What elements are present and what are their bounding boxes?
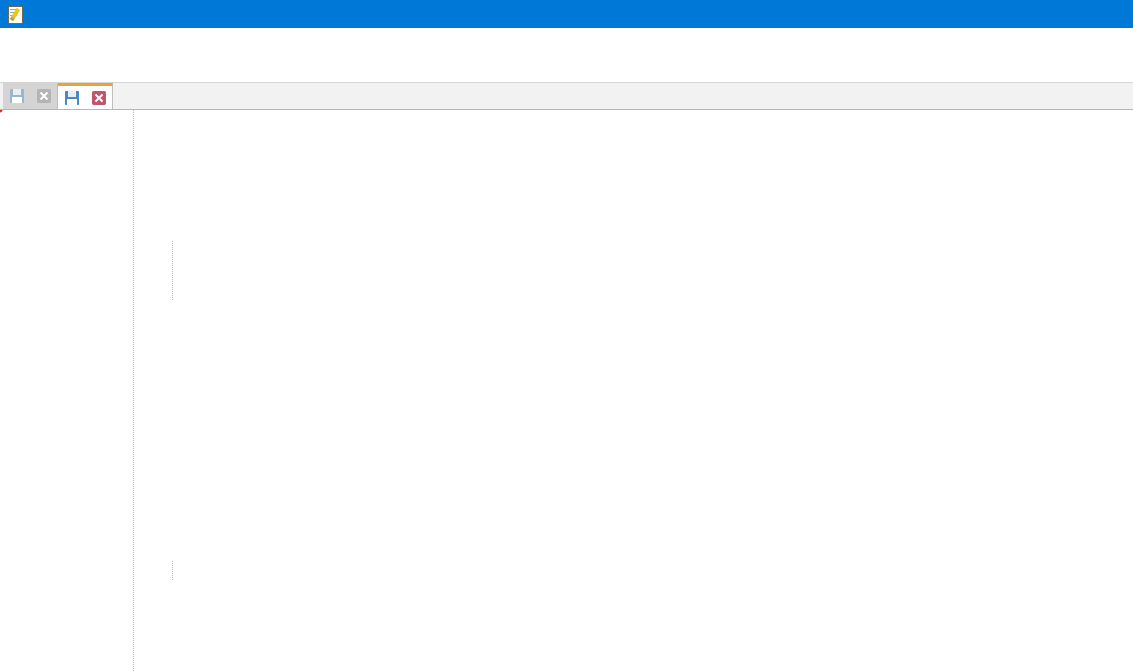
menu-item-plugins[interactable] xyxy=(186,38,204,43)
menu-item-window[interactable] xyxy=(204,38,222,43)
menu-item-edit[interactable] xyxy=(24,38,42,43)
menu-item-run[interactable] xyxy=(168,38,186,43)
tab-index-html[interactable] xyxy=(3,83,58,109)
notepad-plus-plus-icon xyxy=(6,5,24,23)
menu-item-tools[interactable] xyxy=(132,38,150,43)
tab-nginx-conf[interactable] xyxy=(58,83,113,109)
close-tab-icon[interactable] xyxy=(37,89,51,103)
notepad-plus-plus-window xyxy=(0,0,1133,671)
menu-bar xyxy=(0,28,1133,53)
tab-bar xyxy=(0,83,1133,110)
code-editor[interactable] xyxy=(0,110,1133,671)
menu-item-search[interactable] xyxy=(42,38,60,43)
menu-item-encoding[interactable] xyxy=(78,38,96,43)
title-bar xyxy=(0,0,1133,28)
annotation-text xyxy=(800,500,822,638)
menu-item-settings[interactable] xyxy=(114,38,132,43)
menu-item-language[interactable] xyxy=(96,38,114,43)
save-disk-icon xyxy=(10,89,24,103)
toolbar xyxy=(0,53,1133,83)
close-tab-icon[interactable] xyxy=(92,91,106,105)
save-disk-icon xyxy=(65,91,79,105)
menu-item-macro[interactable] xyxy=(150,38,168,43)
menu-item-view[interactable] xyxy=(60,38,78,43)
menu-item-help[interactable] xyxy=(222,38,240,43)
menu-item-file[interactable] xyxy=(6,38,24,43)
